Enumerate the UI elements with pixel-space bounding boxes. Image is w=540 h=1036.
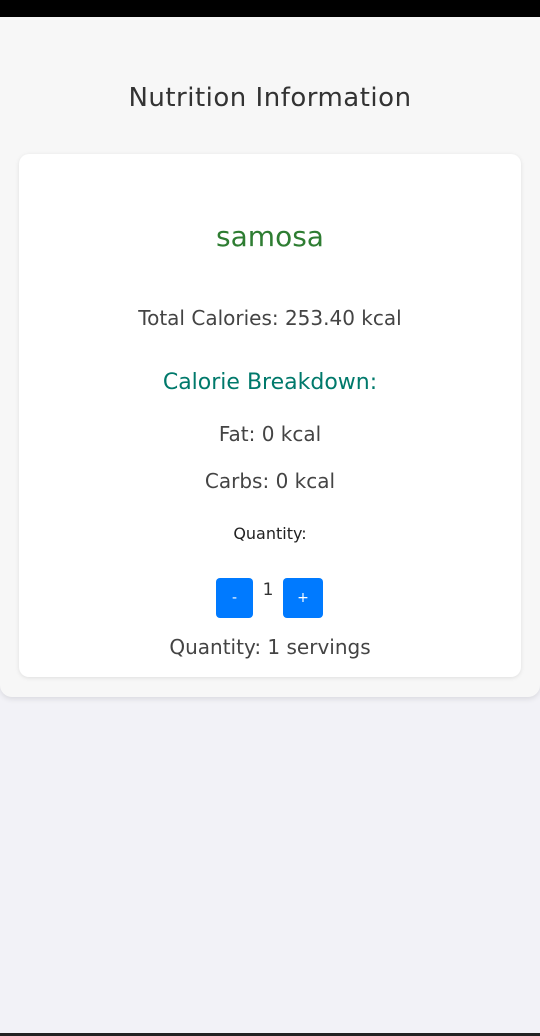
quantity-value: 1 bbox=[262, 580, 274, 600]
quantity-stepper: - 1 + bbox=[216, 578, 324, 618]
page-title: Nutrition Information bbox=[128, 83, 412, 113]
status-bar bbox=[0, 0, 540, 17]
nutrition-panel: Nutrition Information samosa Total Calor… bbox=[0, 17, 540, 697]
carbs-calories: Carbs: 0 kcal bbox=[204, 469, 336, 493]
increment-button[interactable]: + bbox=[283, 578, 323, 618]
quantity-label: Quantity: bbox=[233, 524, 307, 543]
calorie-breakdown-heading: Calorie Breakdown: bbox=[162, 370, 378, 395]
food-name: samosa bbox=[216, 220, 324, 253]
decrement-button[interactable]: - bbox=[216, 578, 253, 618]
fat-calories: Fat: 0 kcal bbox=[218, 422, 322, 446]
nutrition-card: samosa Total Calories: 253.40 kcal Calor… bbox=[19, 154, 521, 677]
total-calories: Total Calories: 253.40 kcal bbox=[138, 306, 402, 330]
servings-summary: Quantity: 1 servings bbox=[169, 635, 371, 659]
